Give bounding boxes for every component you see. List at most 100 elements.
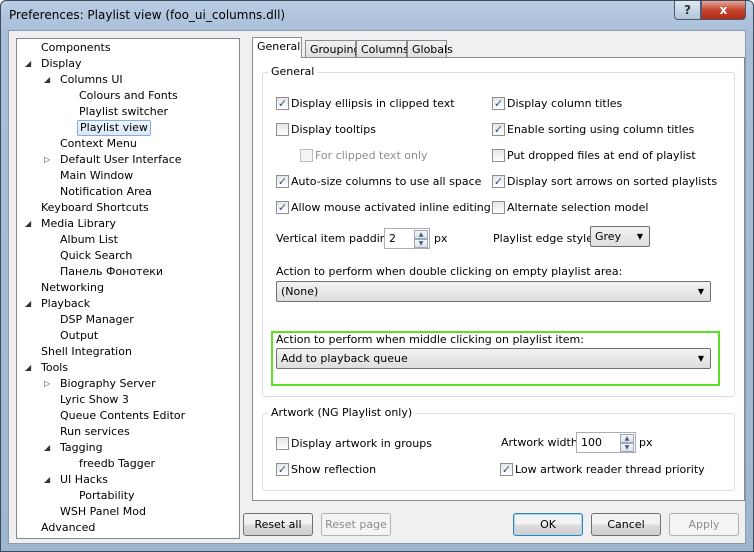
option-label: Display ellipsis in clipped text xyxy=(291,97,455,110)
double-click-value: (None) xyxy=(281,285,319,298)
chevron-down-icon: ▼ xyxy=(697,287,704,296)
tree-item[interactable]: Keyboard Shortcuts xyxy=(39,200,151,216)
collapse-arrow-icon[interactable]: ◢ xyxy=(25,296,35,312)
tree-item[interactable]: Portability xyxy=(77,488,137,504)
chevron-down-icon: ▼ xyxy=(636,232,643,241)
spin-up-icon[interactable]: ▲ xyxy=(414,230,428,239)
collapse-arrow-icon[interactable]: ◢ xyxy=(25,56,35,72)
vertical-padding-input[interactable]: 2 ▲ ▼ xyxy=(384,228,430,249)
show-reflection-label: Show reflection xyxy=(291,463,377,476)
artwork-width-unit: px xyxy=(639,436,653,449)
show-reflection-checkbox[interactable]: ✓ xyxy=(276,463,289,476)
edge-style-label: Playlist edge style: xyxy=(493,232,597,245)
option-checkbox[interactable]: ✓ xyxy=(492,97,505,110)
tree-item[interactable]: Lyric Show 3 xyxy=(58,392,131,408)
reset-all-button[interactable]: Reset all xyxy=(243,513,313,536)
vertical-padding-value: 2 xyxy=(389,232,396,245)
expand-arrow-icon[interactable]: ▷ xyxy=(44,152,54,168)
tree-item[interactable]: Columns UI xyxy=(58,72,125,88)
tree-item[interactable]: Playback xyxy=(39,296,92,312)
artwork-group-label: Artwork (NG Playlist only) xyxy=(268,406,416,419)
cancel-button[interactable]: Cancel xyxy=(591,513,661,536)
window-title: Preferences: Playlist view (foo_ui_colum… xyxy=(9,8,286,22)
tree-item[interactable]: Context Menu xyxy=(58,136,139,152)
close-button[interactable]: x xyxy=(701,1,746,20)
double-click-select[interactable]: (None) ▼ xyxy=(276,281,711,302)
option-checkbox[interactable]: ✓ xyxy=(276,201,289,214)
tree-item[interactable]: Output xyxy=(58,328,100,344)
tree-item[interactable]: Run services xyxy=(58,424,132,440)
tree-item[interactable]: Networking xyxy=(39,280,106,296)
tree-item[interactable]: Shell Integration xyxy=(39,344,134,360)
edge-style-select[interactable]: Grey ▼ xyxy=(590,226,650,247)
tree-item[interactable]: Default User Interface xyxy=(58,152,184,168)
expand-arrow-icon[interactable]: ▷ xyxy=(44,376,54,392)
tab-grouping[interactable]: Grouping xyxy=(305,40,361,58)
help-button[interactable]: ? xyxy=(674,1,701,20)
display-artwork-checkbox[interactable] xyxy=(276,437,289,450)
option-checkbox[interactable]: ✓ xyxy=(492,123,505,136)
option-label: Allow mouse activated inline editing xyxy=(291,201,491,214)
tree-item[interactable]: Advanced xyxy=(39,520,97,536)
option-checkbox[interactable] xyxy=(276,123,289,136)
tree-item[interactable]: Media Library xyxy=(39,216,118,232)
ok-button[interactable]: OK xyxy=(513,513,583,536)
option-checkbox[interactable] xyxy=(492,201,505,214)
tree-item[interactable]: freedb Tagger xyxy=(77,456,157,472)
edge-style-value: Grey xyxy=(595,230,622,243)
artwork-group: Artwork (NG Playlist only) xyxy=(262,406,735,491)
tree-item[interactable]: Colours and Fonts xyxy=(77,88,180,104)
apply-button[interactable]: Apply xyxy=(669,513,739,536)
collapse-arrow-icon[interactable]: ◢ xyxy=(44,440,54,456)
low-priority-checkbox[interactable]: ✓ xyxy=(500,463,513,476)
tab-general[interactable]: General xyxy=(252,37,302,58)
tree-item[interactable]: Album List xyxy=(58,232,120,248)
option-label: Display tooltips xyxy=(291,123,376,136)
option-checkbox[interactable] xyxy=(300,149,313,162)
tree-item[interactable]: UI Hacks xyxy=(58,472,110,488)
tree-item[interactable]: DSP Manager xyxy=(58,312,136,328)
collapse-arrow-icon[interactable]: ◢ xyxy=(25,216,35,232)
option-checkbox[interactable]: ✓ xyxy=(276,97,289,110)
low-priority-label: Low artwork reader thread priority xyxy=(515,463,705,476)
tree-item[interactable]: Main Window xyxy=(58,168,135,184)
chevron-down-icon: ▼ xyxy=(697,354,704,363)
display-artwork-label: Display artwork in groups xyxy=(291,437,432,450)
spin-down-icon[interactable]: ▼ xyxy=(414,239,428,248)
tree-item[interactable]: Playlist switcher xyxy=(77,104,170,120)
tree-item[interactable]: Queue Contents Editor xyxy=(58,408,187,424)
reset-page-button[interactable]: Reset page xyxy=(321,513,391,536)
tree-item[interactable]: Playlist view xyxy=(77,120,151,136)
option-label: Alternate selection model xyxy=(507,201,649,214)
preferences-tree[interactable]: Components ◢ Display ◢ Columns UI Colours and… xyxy=(16,38,240,539)
option-label: Enable sorting using column titles xyxy=(507,123,695,136)
option-label: Display column titles xyxy=(507,97,623,110)
artwork-width-input[interactable]: 100 ▲ ▼ xyxy=(576,432,636,453)
collapse-arrow-icon[interactable]: ◢ xyxy=(25,360,35,376)
tree-item[interactable]: Display xyxy=(39,56,84,72)
tree-item[interactable]: Components xyxy=(39,40,113,56)
tab-columns[interactable]: Columns xyxy=(356,40,409,58)
option-label: For clipped text only xyxy=(315,149,428,162)
tree-item[interactable]: Biography Server xyxy=(58,376,158,392)
collapse-arrow-icon[interactable]: ◢ xyxy=(44,472,54,488)
tree-item[interactable]: Quick Search xyxy=(58,248,134,264)
spin-up-icon[interactable]: ▲ xyxy=(620,434,634,443)
double-click-label: Action to perform when double clicking o… xyxy=(276,265,623,278)
spin-down-icon[interactable]: ▼ xyxy=(620,443,634,452)
artwork-width-label: Artwork width: xyxy=(501,436,582,449)
option-checkbox[interactable]: ✓ xyxy=(276,175,289,188)
tree-item[interactable]: Tools xyxy=(39,360,70,376)
tab-globals[interactable]: Globals xyxy=(407,40,453,58)
general-group-label: General xyxy=(268,65,318,78)
tree-item[interactable]: Notification Area xyxy=(58,184,154,200)
option-label: Display sort arrows on sorted playlists xyxy=(507,175,718,188)
collapse-arrow-icon[interactable]: ◢ xyxy=(44,72,54,88)
option-checkbox[interactable] xyxy=(492,149,505,162)
tree-item[interactable]: Tagging xyxy=(58,440,105,456)
middle-click-select[interactable]: Add to playback queue ▼ xyxy=(276,348,711,369)
option-label: Auto-size columns to use all space xyxy=(291,175,482,188)
tree-item[interactable]: Панель Фонотеки xyxy=(58,264,165,280)
tree-item[interactable]: WSH Panel Mod xyxy=(58,504,148,520)
option-checkbox[interactable]: ✓ xyxy=(492,175,505,188)
